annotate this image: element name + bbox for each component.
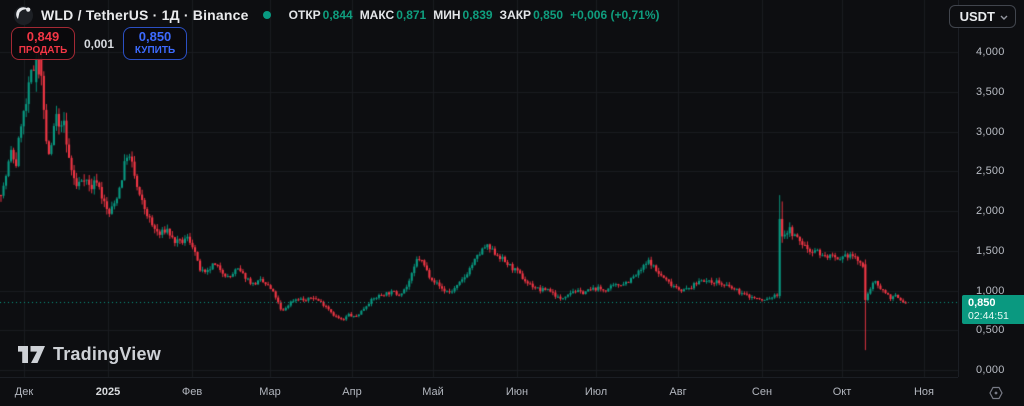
- sell-price: 0,849: [27, 30, 60, 45]
- market-status-icon[interactable]: [263, 11, 271, 19]
- time-axis-label: Окт: [833, 386, 852, 398]
- currency-label: USDT: [960, 9, 995, 24]
- sell-label: ПРОДАТЬ: [19, 45, 68, 57]
- open-value: 0,844: [323, 8, 353, 22]
- time-axis-label: Дек: [15, 386, 33, 398]
- price-axis-label: 1,500: [976, 245, 1005, 257]
- wld-symbol-logo-icon: [14, 6, 33, 25]
- tradingview-chart-widget: WLD / TetherUS · 1Д · Binance ОТКР 0,844…: [0, 0, 1024, 405]
- low-label: МИН: [433, 8, 460, 22]
- buy-label: КУПИТЬ: [135, 45, 175, 57]
- current-price-badge: 0,850 02:44:51: [962, 295, 1024, 324]
- bar-countdown: 02:44:51: [968, 310, 1024, 322]
- trade-panel: 0,849 ПРОДАТЬ 0,001 0,850 КУПИТЬ: [11, 27, 187, 60]
- time-axis[interactable]: Дек 2025 Фев Мар Апр Май Июн Июл Авг Сен Окт Ноя: [0, 377, 958, 406]
- price-axis-label: 0,000: [976, 364, 1005, 376]
- chart-header: WLD / TetherUS · 1Д · Binance ОТКР 0,844…: [14, 4, 660, 26]
- open-label: ОТКР: [289, 8, 321, 22]
- buy-price: 0,850: [139, 30, 172, 45]
- price-axis-label: 3,500: [976, 86, 1005, 98]
- spread-value: 0,001: [84, 37, 114, 51]
- price-axis-label: 4,000: [976, 46, 1005, 58]
- axis-settings-icon[interactable]: [986, 385, 1006, 401]
- time-axis-label: Фев: [182, 386, 202, 398]
- tradingview-logo[interactable]: TradingView: [18, 344, 161, 365]
- time-axis-label: Май: [422, 386, 444, 398]
- price-axis[interactable]: 0,850 02:44:51 4,000 3,500 3,000 2,500 2,000…: [958, 0, 1024, 377]
- currency-selector-button[interactable]: USDT: [949, 5, 1016, 28]
- buy-button[interactable]: 0,850 КУПИТЬ: [123, 27, 187, 60]
- time-axis-label: Июл: [585, 386, 607, 398]
- time-axis-label: Мар: [259, 386, 281, 398]
- time-axis-label: Апр: [342, 386, 361, 398]
- time-axis-label: Ноя: [914, 386, 934, 398]
- chevron-down-icon: [1000, 15, 1008, 20]
- time-axis-label: 2025: [96, 386, 120, 398]
- price-axis-label: 2,000: [976, 205, 1005, 217]
- close-value: 0,850: [533, 8, 563, 22]
- time-axis-label: Авг: [669, 386, 686, 398]
- time-axis-label: Сен: [752, 386, 772, 398]
- low-value: 0,839: [463, 8, 493, 22]
- close-label: ЗАКР: [500, 8, 532, 22]
- time-axis-label: Июн: [506, 386, 528, 398]
- symbol-title[interactable]: WLD / TetherUS · 1Д · Binance: [41, 7, 249, 23]
- ohlc-summary: ОТКР 0,844 МАКС 0,871 МИН 0,839 ЗАКР 0,8…: [289, 8, 660, 22]
- price-axis-label: 2,500: [976, 165, 1005, 177]
- price-axis-label: 0,500: [976, 324, 1005, 336]
- change-value: +0,006 (+0,71%): [570, 8, 659, 22]
- current-price: 0,850: [968, 297, 1024, 310]
- tradingview-logo-icon: [18, 346, 45, 363]
- high-value: 0,871: [396, 8, 426, 22]
- sell-button[interactable]: 0,849 ПРОДАТЬ: [11, 27, 75, 60]
- high-label: МАКС: [360, 8, 395, 22]
- tradingview-logo-text: TradingView: [53, 344, 161, 365]
- price-axis-label: 3,000: [976, 126, 1005, 138]
